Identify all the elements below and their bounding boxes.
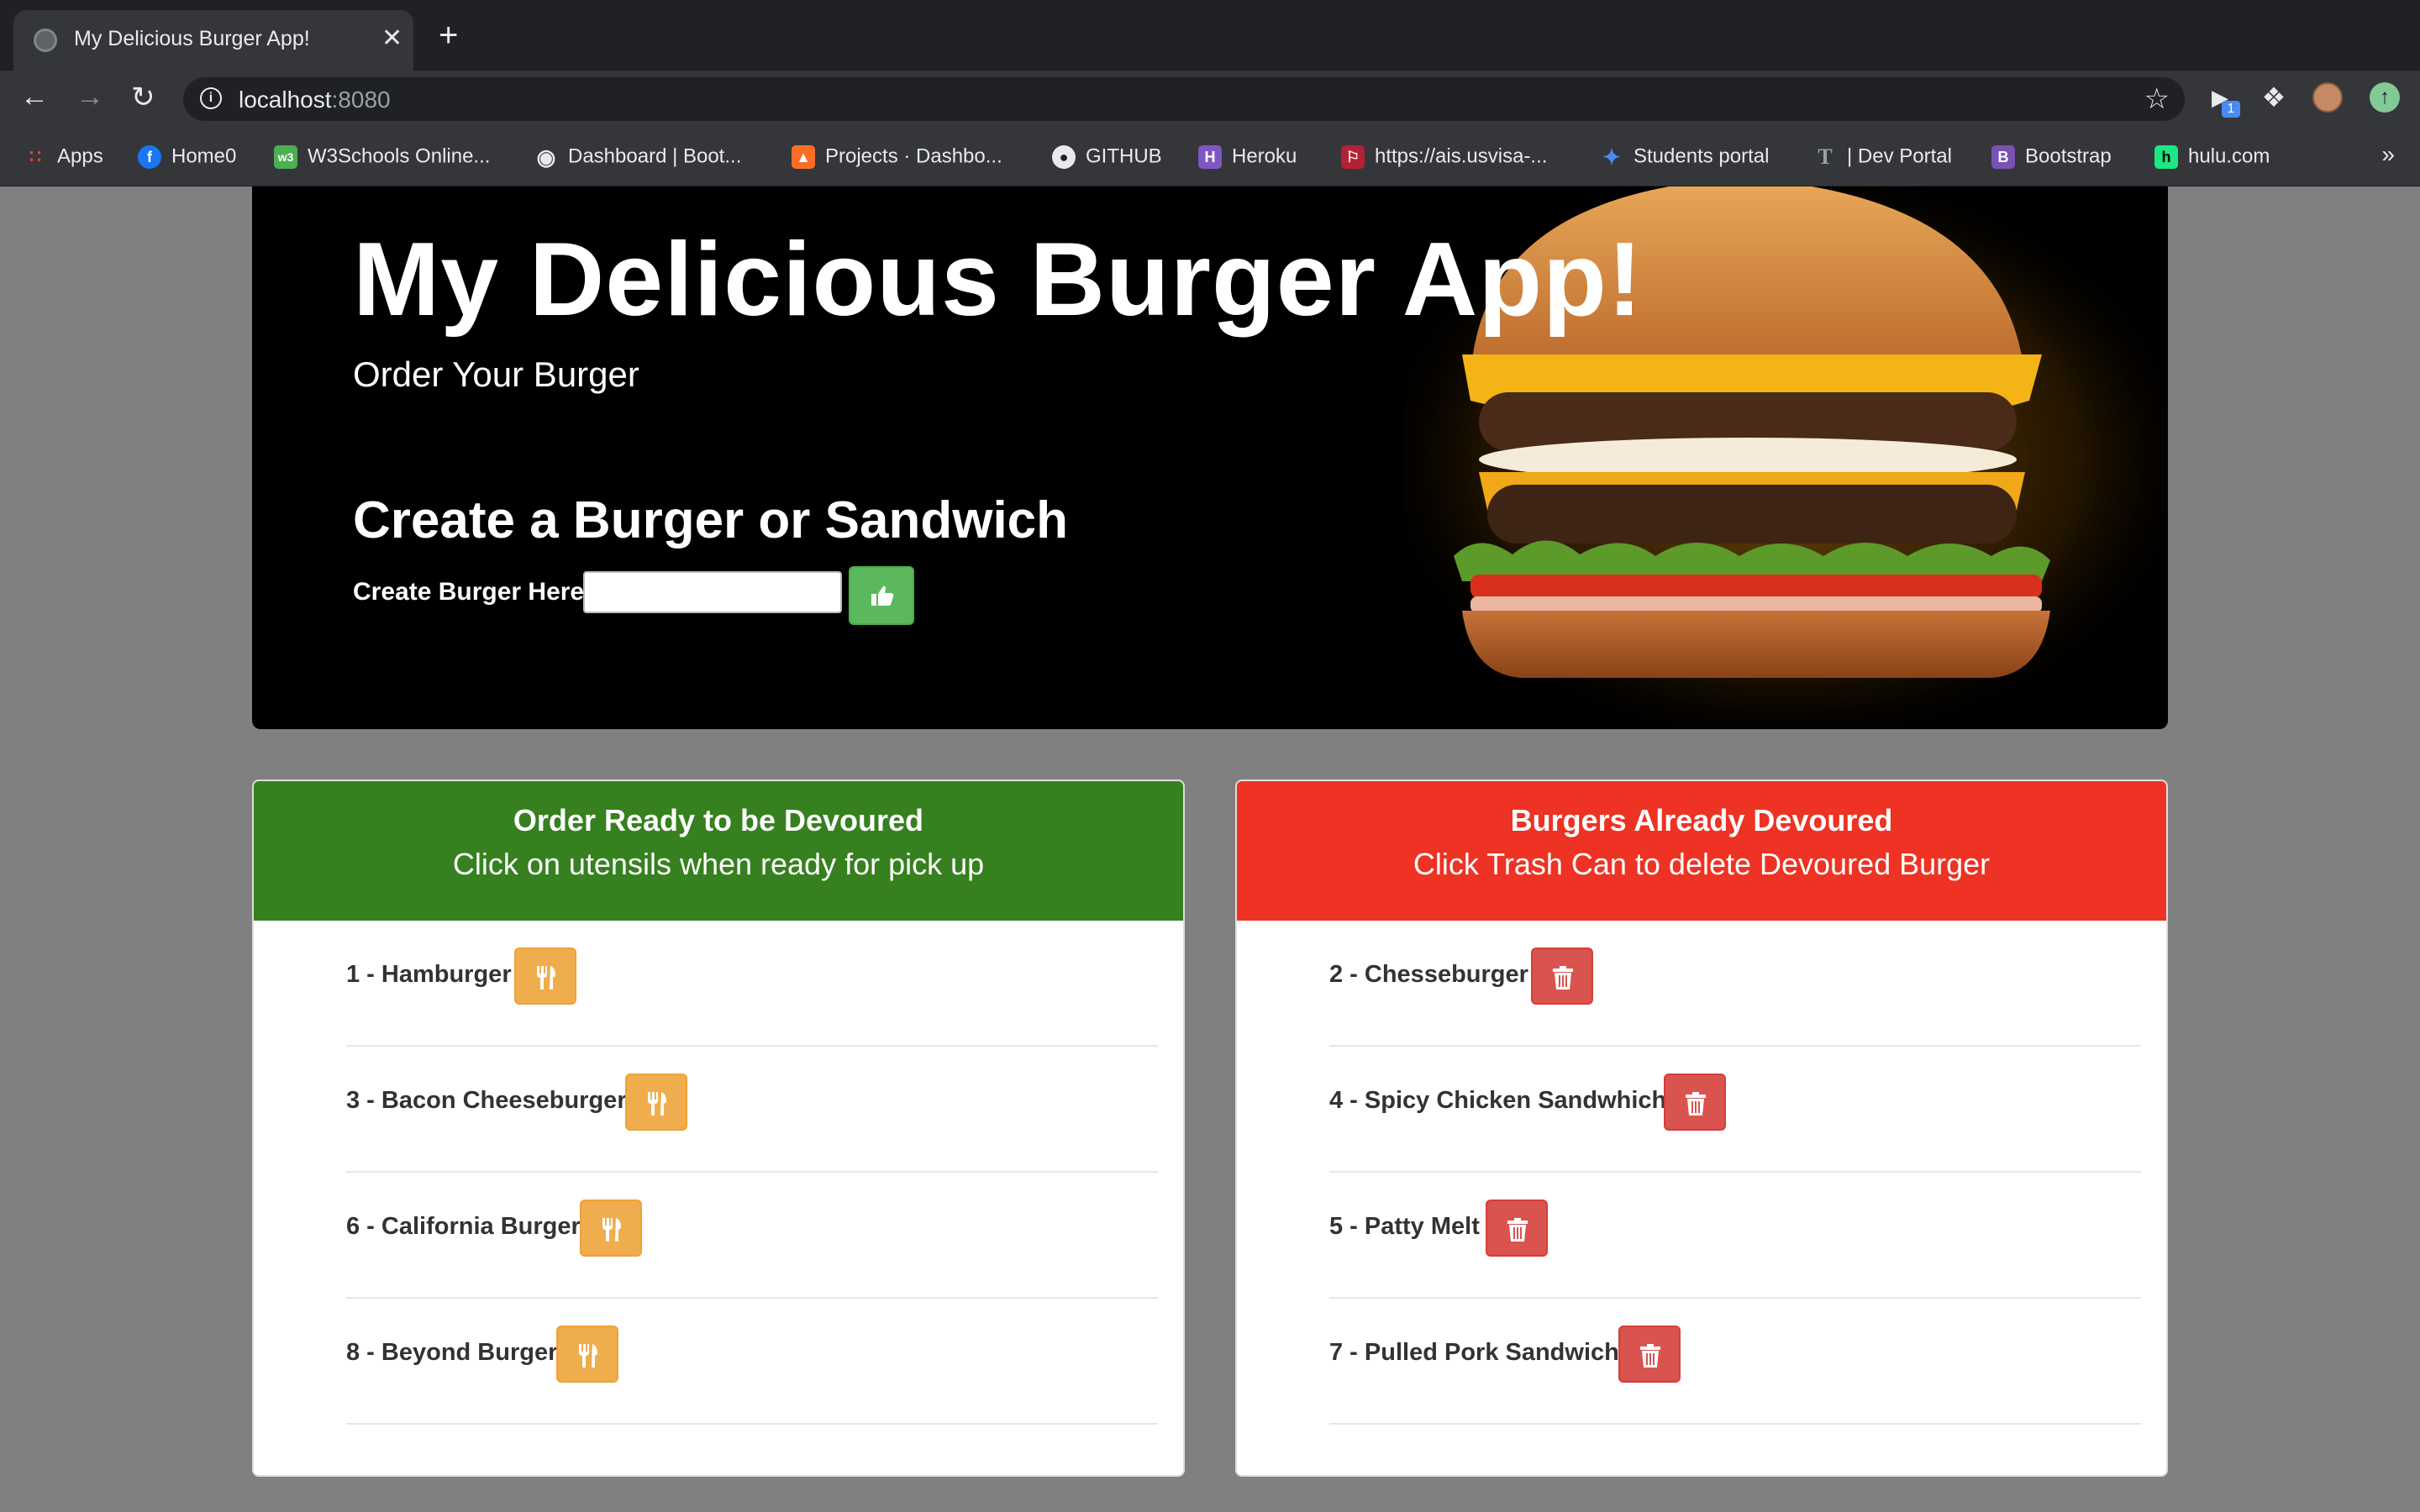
browser-tab[interactable]: My Delicious Burger App! ✕ — [13, 10, 413, 71]
bookmark-projects[interactable]: ▲ Projects · Dashbo... — [792, 144, 1002, 170]
bookmarks-bar: ∷ Apps f Home0 w3 W3Schools Online... ◉ Dash… — [0, 126, 2420, 186]
bookmark-hulu[interactable]: h hulu.com — [2154, 144, 2270, 170]
already-devoured-panel: Burgers Already Devoured Click Trash Can… — [1235, 780, 2168, 1477]
url-port: :8080 — [331, 87, 391, 113]
burger-name-input[interactable] — [583, 571, 842, 613]
list-item: 8 - Beyond Burger — [346, 1299, 1158, 1425]
back-arrow-icon[interactable]: ← — [20, 81, 49, 113]
delete-button[interactable] — [1664, 1074, 1726, 1131]
utensils-icon — [602, 1218, 621, 1242]
w3schools-icon: w3 — [274, 144, 297, 169]
submit-burger-button[interactable] — [849, 566, 914, 625]
bookmark-heroku[interactable]: H Heroku — [1198, 144, 1297, 170]
ready-panel-header: Order Ready to be Devoured Click on uten… — [254, 781, 1183, 921]
utensils-icon — [648, 1092, 666, 1116]
gitlab-icon: ▲ — [792, 144, 815, 169]
tab-title: My Delicious Burger App! — [74, 27, 310, 50]
url-host: localhost — [239, 87, 332, 113]
forward-arrow-icon[interactable]: → — [76, 81, 104, 113]
list-item: 2 - Chesseburger — [1329, 921, 2141, 1047]
utensils-icon — [537, 966, 555, 990]
globe-favicon-icon — [34, 29, 57, 52]
globe-icon: ◉ — [536, 144, 556, 170]
list-item: 3 - Bacon Cheeseburger — [346, 1047, 1158, 1173]
list-item: 4 - Spicy Chicken Sandwhich — [1329, 1047, 2141, 1173]
bookmark-dev-portal[interactable]: T | Dev Portal — [1813, 144, 1952, 170]
burger-label: 1 - Hamburger — [346, 961, 512, 988]
bookmark-bootstrap[interactable]: B Bootstrap — [1991, 144, 2112, 170]
devour-button[interactable] — [556, 1326, 618, 1383]
ready-to-devour-panel: Order Ready to be Devoured Click on uten… — [252, 780, 1185, 1477]
burger-label: 3 - Bacon Cheeseburger — [346, 1087, 627, 1114]
page-viewport: My Delicious Burger App! Order Your Burg… — [0, 186, 2420, 1512]
burger-label: 5 - Patty Melt — [1329, 1213, 1480, 1240]
ready-burger-list: 1 - Hamburger 3 - Bacon Cheeseburger 6 -… — [346, 921, 1158, 1425]
address-bar[interactable]: i localhost:8080 ☆ — [183, 77, 2185, 121]
bookmark-usvisa[interactable]: ⚐ https://ais.usvisa-... — [1341, 144, 1547, 170]
list-item: 6 - California Burger — [346, 1173, 1158, 1299]
list-item: 7 - Pulled Pork Sandwich — [1329, 1299, 2141, 1425]
address-url: localhost:8080 — [239, 87, 391, 113]
bookmark-students-portal[interactable]: ✦ Students portal — [1600, 144, 1769, 170]
bookmark-github[interactable]: ● GITHUB — [1052, 144, 1162, 170]
page-subtitle: Order Your Burger — [353, 354, 639, 394]
burger-label: 8 - Beyond Burger — [346, 1339, 558, 1366]
jumbotron-header: My Delicious Burger App! Order Your Burg… — [252, 186, 2168, 729]
page-title: My Delicious Burger App! — [353, 222, 1644, 338]
bookmarks-overflow-icon[interactable]: » — [2381, 141, 2395, 168]
create-heading: Create a Burger or Sandwich — [353, 491, 1069, 549]
list-item: 1 - Hamburger — [346, 921, 1158, 1047]
ready-panel-heading: Order Ready to be Devoured — [513, 803, 924, 837]
devoured-panel-heading: Burgers Already Devoured — [1510, 803, 1893, 837]
profile-avatar[interactable] — [2312, 82, 2343, 113]
apps-grid-icon: ∷ — [29, 145, 41, 167]
site-info-icon[interactable]: i — [200, 87, 222, 109]
hulu-icon: h — [2154, 144, 2178, 169]
devour-button[interactable] — [580, 1200, 642, 1257]
burger-label: 4 - Spicy Chicken Sandwhich — [1329, 1087, 1667, 1114]
close-tab-icon[interactable]: ✕ — [381, 24, 402, 53]
facebook-icon: f — [138, 144, 161, 169]
trash-icon — [1640, 1344, 1660, 1368]
bookmark-apps[interactable]: ∷ Apps — [24, 144, 103, 170]
burger-label: 6 - California Burger — [346, 1213, 581, 1240]
new-tab-button[interactable]: + — [439, 18, 458, 52]
burger-label: 2 - Chesseburger — [1329, 961, 1528, 988]
devoured-panel-subheading: Click Trash Can to delete Devoured Burge… — [1413, 847, 1991, 881]
create-burger-label: Create Burger Here: — [353, 578, 593, 606]
devour-button[interactable] — [514, 948, 576, 1005]
extension-badge: 1 — [2222, 101, 2240, 118]
devour-button[interactable] — [625, 1074, 687, 1131]
browser-toolbar: ← → ↻ i localhost:8080 ☆ ▶ 1 ❖ ↑ — [0, 71, 2420, 126]
nyt-icon: T — [1818, 144, 1833, 169]
burger-label: 7 - Pulled Pork Sandwich — [1329, 1339, 1619, 1366]
update-arrow-icon[interactable]: ↑ — [2370, 82, 2400, 113]
utensils-icon — [579, 1344, 597, 1368]
browser-tab-strip: My Delicious Burger App! ✕ + — [0, 0, 2420, 71]
delete-button[interactable] — [1618, 1326, 1681, 1383]
devoured-panel-header: Burgers Already Devoured Click Trash Can… — [1237, 781, 2166, 921]
reload-icon[interactable]: ↻ — [131, 81, 155, 114]
portal-icon: ✦ — [1602, 144, 1621, 170]
extension-cast-icon[interactable]: ▶ 1 — [2205, 82, 2240, 118]
trash-icon — [1553, 966, 1573, 990]
bookmark-dashboard[interactable]: ◉ Dashboard | Boot... — [534, 144, 742, 170]
ready-panel-subheading: Click on utensils when ready for pick up — [452, 847, 985, 881]
trash-icon — [1686, 1092, 1706, 1116]
bootstrap-icon: B — [1991, 144, 2015, 169]
bookmark-star-icon[interactable]: ☆ — [2144, 82, 2170, 116]
trash-icon — [1507, 1218, 1528, 1242]
delete-button[interactable] — [1486, 1200, 1548, 1257]
devoured-burger-list: 2 - Chesseburger 4 - Spicy Chicken Sandw… — [1329, 921, 2141, 1425]
flag-icon: ⚐ — [1341, 144, 1365, 169]
thumbs-up-icon — [871, 585, 894, 606]
heroku-icon: H — [1198, 144, 1222, 169]
list-item: 5 - Patty Melt — [1329, 1173, 2141, 1299]
extensions-puzzle-icon[interactable]: ❖ — [2259, 82, 2289, 113]
delete-button[interactable] — [1531, 948, 1593, 1005]
bookmark-home0[interactable]: f Home0 — [138, 144, 236, 170]
bookmark-w3schools[interactable]: w3 W3Schools Online... — [274, 144, 490, 170]
github-icon: ● — [1052, 144, 1076, 169]
